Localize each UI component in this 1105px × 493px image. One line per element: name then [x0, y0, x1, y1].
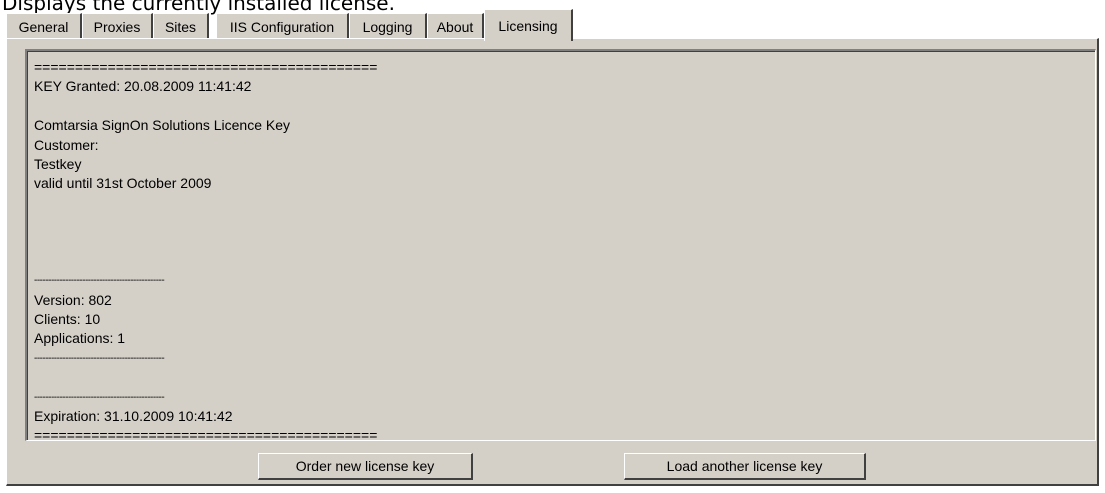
order-license-button[interactable]: Order new license key [258, 453, 473, 480]
licensing-panel: ========================================… [6, 38, 1099, 486]
license-line: ----------------------------------------… [34, 352, 165, 364]
tab-about[interactable]: About [427, 13, 484, 39]
license-line: Customer: [34, 136, 99, 153]
license-line: valid until 31st October 2009 [34, 175, 212, 192]
load-license-button[interactable]: Load another license key [624, 453, 866, 480]
license-line: Version: 802 [34, 291, 112, 308]
license-text-area[interactable]: ========================================… [25, 49, 1096, 441]
license-line: ========================================… [34, 427, 378, 441]
tab-general[interactable]: General [6, 13, 82, 39]
license-line: Applications: 1 [34, 330, 126, 347]
license-line: Expiration: 31.10.2009 10:41:42 [34, 408, 233, 425]
tab-licensing[interactable]: Licensing [484, 9, 573, 41]
license-line: ----------------------------------------… [34, 391, 165, 403]
tab-iis-configuration[interactable]: IIS Configuration [216, 13, 349, 39]
license-line [34, 368, 1095, 387]
license-line: Clients: 10 [34, 311, 101, 328]
tab-logging[interactable]: Logging [349, 13, 427, 39]
license-line [34, 194, 1095, 213]
license-line: Testkey [34, 155, 82, 172]
license-line [34, 213, 1095, 232]
license-dialog: General Proxies Sites IIS Configuration … [0, 0, 1105, 493]
tab-proxies[interactable]: Proxies [82, 13, 153, 39]
license-line: ========================================… [34, 59, 378, 75]
license-line [34, 233, 1095, 252]
license-line: KEY Granted: 20.08.2009 11:41:42 [34, 78, 252, 95]
license-line: ----------------------------------------… [34, 275, 165, 287]
license-line [34, 97, 1095, 116]
license-line: Comtarsia SignOn Solutions Licence Key [34, 117, 291, 134]
tab-sites[interactable]: Sites [153, 13, 209, 39]
tab-strip: General Proxies Sites IIS Configuration … [6, 9, 1099, 41]
license-line [34, 252, 1095, 271]
